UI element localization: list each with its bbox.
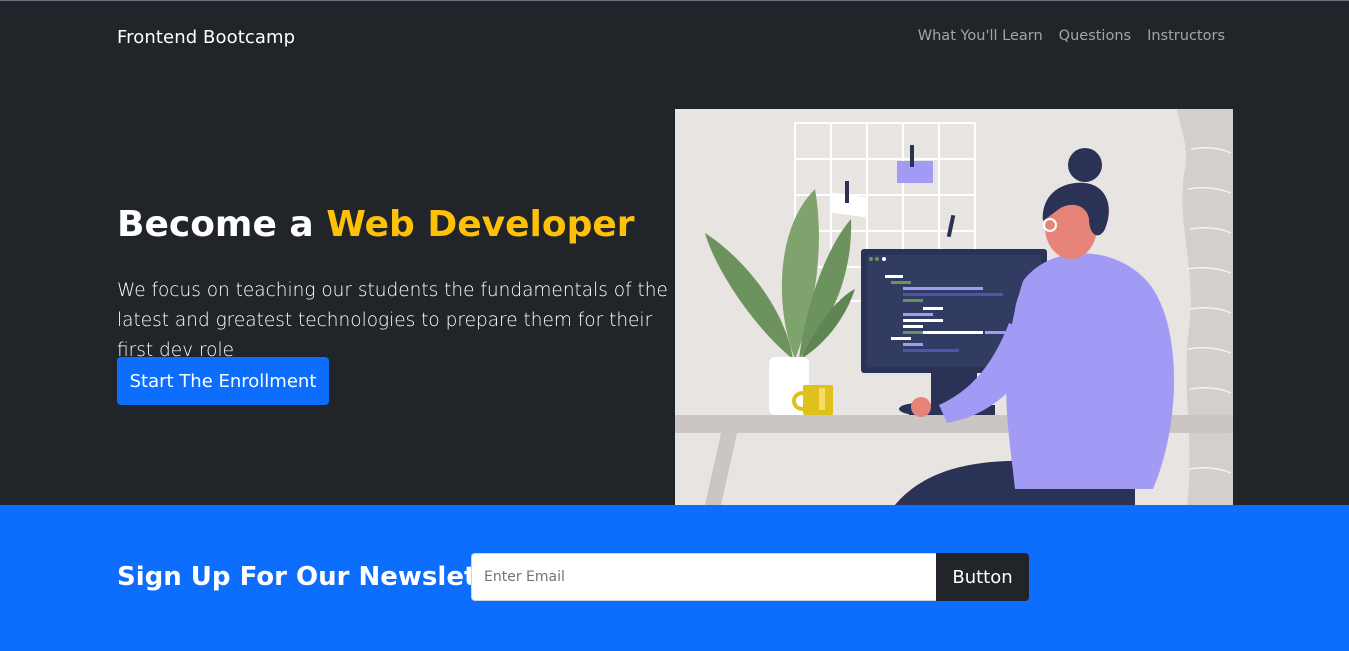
newsletter-submit-button[interactable]: Button: [936, 553, 1029, 601]
hero-section: Become a Web Developer We focus on teach…: [0, 73, 1349, 505]
nav-links: What You'll Learn Questions Instructors: [918, 28, 1225, 44]
developer-illustration: [675, 109, 1233, 505]
hero-title-accent: Web Developer: [326, 204, 635, 245]
hero-title-prefix: Become a: [117, 204, 327, 245]
hero-description: We focus on teaching our students the fu…: [117, 280, 668, 361]
start-enrollment-button[interactable]: Start The Enrollment: [117, 357, 329, 405]
nav-link-instructors[interactable]: Instructors: [1147, 28, 1225, 44]
nav-link-what-youll-learn[interactable]: What You'll Learn: [918, 28, 1043, 44]
navbar: Frontend Bootcamp What You'll Learn Ques…: [0, 1, 1349, 73]
hero-title: Become a Web Developer: [117, 204, 635, 245]
newsletter-title: Sign Up For Our Newsleter: [117, 562, 507, 592]
nav-link-questions[interactable]: Questions: [1059, 28, 1131, 44]
newsletter-section: Sign Up For Our Newsleter Button: [0, 505, 1349, 651]
brand-link[interactable]: Frontend Bootcamp: [117, 27, 295, 48]
email-input[interactable]: [471, 553, 937, 601]
